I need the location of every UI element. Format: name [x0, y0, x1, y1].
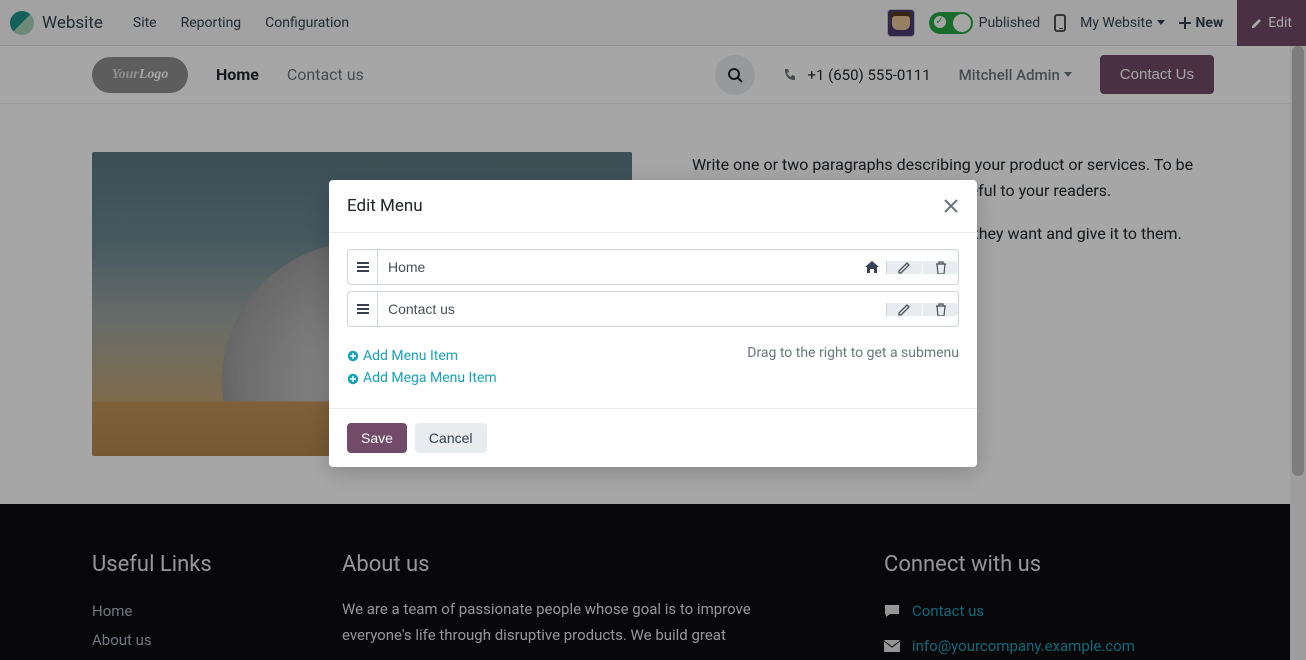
edit-menu-item-button[interactable]	[886, 303, 922, 316]
drag-icon	[357, 304, 369, 314]
menu-row-contact	[347, 291, 959, 327]
drag-handle[interactable]	[348, 292, 378, 326]
delete-menu-item-button[interactable]	[922, 261, 958, 274]
close-button[interactable]	[943, 198, 959, 214]
menu-item-label-input[interactable]	[378, 292, 886, 326]
edit-menu-dialog: Edit Menu	[329, 180, 977, 467]
edit-icon	[898, 303, 911, 316]
dialog-body: Add Menu Item Add Mega Menu Item Drag to…	[329, 233, 977, 408]
add-menu-item-link[interactable]: Add Menu Item	[347, 345, 497, 367]
cancel-button[interactable]: Cancel	[415, 423, 487, 453]
plus-circle-icon	[347, 373, 359, 385]
drag-icon	[357, 262, 369, 272]
close-icon	[943, 198, 959, 214]
dialog-footer: Save Cancel	[329, 408, 977, 467]
modal-overlay: Edit Menu	[0, 0, 1306, 660]
add-mega-menu-link[interactable]: Add Mega Menu Item	[347, 367, 497, 389]
homepage-indicator	[858, 261, 886, 273]
drag-handle[interactable]	[348, 250, 378, 284]
home-icon	[865, 261, 879, 273]
dialog-title: Edit Menu	[347, 196, 423, 216]
plus-circle-icon	[347, 350, 359, 362]
dialog-header: Edit Menu	[329, 180, 977, 233]
trash-icon	[935, 261, 947, 274]
save-button[interactable]: Save	[347, 423, 407, 453]
edit-menu-item-button[interactable]	[886, 261, 922, 274]
trash-icon	[935, 303, 947, 316]
submenu-hint: Drag to the right to get a submenu	[747, 345, 959, 361]
delete-menu-item-button[interactable]	[922, 303, 958, 316]
add-links-row: Add Menu Item Add Mega Menu Item Drag to…	[347, 333, 959, 404]
menu-item-label-input[interactable]	[378, 250, 858, 284]
edit-icon	[898, 261, 911, 274]
menu-row-home	[347, 249, 959, 285]
